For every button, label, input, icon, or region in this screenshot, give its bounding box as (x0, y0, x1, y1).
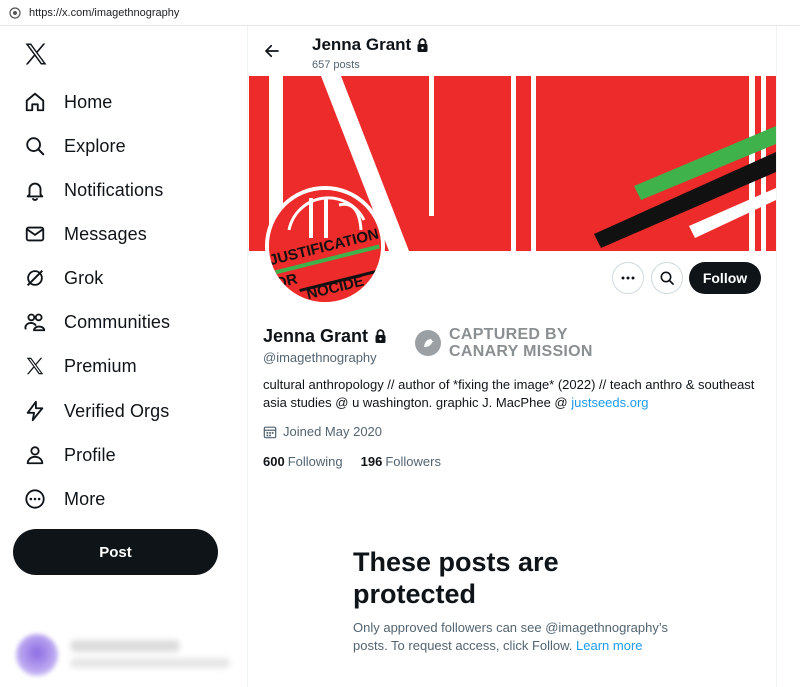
avatar-graphic: JUSTIFICATION OR NOCIDE (269, 190, 381, 302)
more-circle-icon (22, 486, 48, 512)
person-icon (22, 442, 48, 468)
sidebar-item-label: Notifications (64, 179, 164, 200)
profile-avatar[interactable]: JUSTIFICATION OR NOCIDE (265, 186, 385, 306)
home-icon (22, 89, 48, 115)
following-count: 600 (263, 454, 285, 469)
protected-title: These posts are protected (353, 547, 559, 609)
followers-count: 196 (360, 454, 383, 469)
more-dots-icon (621, 276, 635, 280)
profile-display-name: Jenna Grant (263, 326, 369, 346)
profile-header: Jenna Grant 657 posts (249, 26, 776, 76)
sidebar-item-communities[interactable]: Communities (22, 304, 170, 340)
sidebar-item-label: Grok (64, 267, 104, 288)
followers-label: Followers (385, 454, 441, 469)
sidebar-item-label: Messages (64, 223, 147, 244)
watermark: CAPTURED BY CANARY MISSION (415, 326, 593, 360)
profile-bio: cultural anthropology // author of *fixi… (263, 376, 763, 412)
joined-label: Joined May 2020 (283, 424, 383, 439)
url-text: https://x.com/imagethnography (29, 6, 180, 19)
bio-text: cultural anthropology // author of *fixi… (263, 377, 755, 410)
sidebar: Home Explore Notifications Messages Grok… (0, 26, 248, 687)
blurred-account-handle (70, 658, 230, 668)
joined-date: Joined May 2020 (263, 424, 382, 439)
column-divider (776, 26, 777, 687)
watermark-line-2: CANARY MISSION (449, 343, 593, 360)
profile-handle: @imagethnography (263, 350, 377, 365)
sidebar-item-label: Explore (64, 135, 126, 156)
search-icon (660, 271, 674, 285)
back-arrow-icon[interactable] (263, 42, 281, 60)
grok-icon (22, 265, 48, 291)
sidebar-item-premium[interactable]: Premium (22, 348, 137, 384)
bell-icon (22, 177, 48, 203)
people-icon (22, 309, 48, 335)
sidebar-item-messages[interactable]: Messages (22, 216, 147, 252)
canary-seal-icon (415, 330, 441, 356)
x-logo-icon (22, 353, 48, 379)
lock-icon (375, 329, 386, 343)
sidebar-item-label: More (64, 488, 106, 509)
lightning-icon (22, 398, 48, 424)
watermark-line-1: CAPTURED BY (449, 326, 568, 343)
profile-name: Jenna Grant (263, 326, 387, 347)
follow-stats: 600 Following 196 Followers (263, 454, 459, 469)
globe-icon (9, 6, 21, 19)
post-button[interactable]: Post (13, 529, 218, 575)
envelope-icon (22, 221, 48, 247)
sidebar-item-label: Premium (64, 355, 137, 376)
sidebar-item-grok[interactable]: Grok (22, 260, 103, 296)
avatar (16, 634, 58, 676)
follow-button[interactable]: Follow (689, 262, 761, 294)
sidebar-item-label: Profile (64, 444, 116, 465)
header-name: Jenna Grant (312, 35, 412, 54)
lock-icon (417, 37, 428, 52)
calendar-icon (263, 426, 277, 438)
learn-more-link[interactable]: Learn more (576, 638, 642, 653)
x-logo-icon[interactable] (22, 40, 50, 68)
sidebar-item-label: Communities (64, 311, 171, 332)
profile-column: Jenna Grant 657 posts JUSTIFICATION OR N… (249, 26, 776, 687)
sidebar-item-label: Verified Orgs (64, 400, 170, 421)
blurred-account-name (70, 640, 180, 652)
sidebar-item-home[interactable]: Home (22, 84, 112, 120)
followers-link[interactable]: 196 Followers (361, 454, 441, 469)
account-switcher[interactable] (0, 616, 248, 686)
sidebar-item-explore[interactable]: Explore (22, 128, 126, 164)
following-label: Following (287, 454, 343, 469)
sidebar-item-verified-orgs[interactable]: Verified Orgs (22, 393, 169, 429)
sidebar-item-notifications[interactable]: Notifications (22, 172, 163, 208)
following-link[interactable]: 600 Following (263, 454, 343, 469)
search-icon (22, 133, 48, 159)
sidebar-item-label: Home (64, 91, 113, 112)
post-count: 657 posts (312, 59, 360, 71)
more-options-button[interactable] (612, 262, 644, 294)
header-title: Jenna Grant (312, 35, 429, 55)
sidebar-item-profile[interactable]: Profile (22, 437, 116, 473)
sidebar-item-more[interactable]: More (22, 481, 105, 517)
bio-link[interactable]: justseeds.org (571, 395, 648, 410)
address-bar[interactable]: https://x.com/imagethnography (0, 0, 800, 26)
protected-description: Only approved followers can see @imageth… (353, 619, 693, 655)
search-profile-button[interactable] (651, 262, 683, 294)
